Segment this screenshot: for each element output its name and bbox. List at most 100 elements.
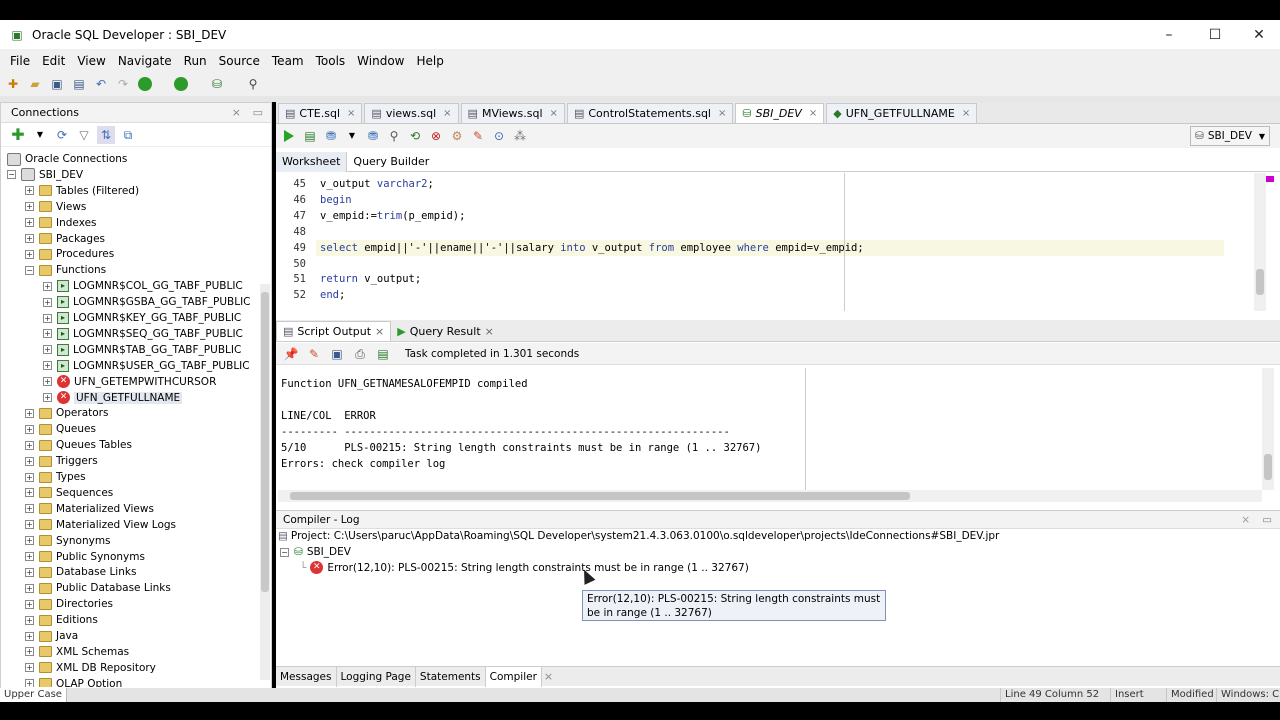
expand-icon[interactable]: + xyxy=(25,647,34,657)
tab-close-icon[interactable]: × xyxy=(550,108,558,119)
tree-item[interactable]: + ✕ UFN_GETFULLNAME xyxy=(43,390,183,406)
expand-icon[interactable]: + xyxy=(25,504,34,514)
format-icon[interactable]: ⁂ xyxy=(511,127,529,145)
tree-item[interactable]: + ▸ LOGMNR$KEY_GG_TABF_PUBLIC xyxy=(43,310,241,326)
expand-icon[interactable]: + xyxy=(25,249,34,259)
scrollbar-thumb[interactable] xyxy=(261,292,269,592)
tree-item[interactable]: + Sequences xyxy=(25,485,113,501)
tab-sbi-dev[interactable]: ⛁ SBI_DEV × xyxy=(735,103,825,123)
run-statement-icon[interactable] xyxy=(280,127,298,145)
print-icon[interactable]: ⎙ xyxy=(351,345,369,363)
scrollbar-thumb[interactable] xyxy=(1256,269,1264,295)
menu-help[interactable]: Help xyxy=(411,54,450,68)
scrollbar-thumb[interactable] xyxy=(290,492,910,500)
expand-icon[interactable]: + xyxy=(25,202,34,212)
expand-icon[interactable]: + xyxy=(43,281,52,291)
expand-icon[interactable]: + xyxy=(43,297,52,307)
tree-item[interactable]: − SBI_DEV xyxy=(7,167,83,183)
tree-item[interactable]: + Types xyxy=(25,469,86,485)
tree-item[interactable]: + Triggers xyxy=(25,453,98,469)
tree-item[interactable]: + Tables (Filtered) xyxy=(25,183,139,199)
save-output-icon[interactable]: ▣ xyxy=(328,345,346,363)
tab-close-icon[interactable]: × xyxy=(443,108,451,119)
close-icon[interactable]: × xyxy=(1241,514,1250,526)
collapse-icon[interactable]: − xyxy=(25,265,34,275)
tab-close-icon[interactable]: × xyxy=(375,325,384,338)
expand-icon[interactable]: + xyxy=(25,631,34,641)
minimize-panel-icon[interactable]: ▭ xyxy=(253,106,263,119)
tab-query-builder[interactable]: Query Builder xyxy=(347,152,435,172)
menu-edit[interactable]: Edit xyxy=(36,54,71,68)
menu-window[interactable]: Window xyxy=(351,54,410,68)
project-row[interactable]: ▤ Project: C:\Users\paruc\AppData\Roamin… xyxy=(278,530,999,542)
tree-item[interactable]: + Packages xyxy=(25,231,105,247)
schema-browser-icon[interactable]: ⇅ xyxy=(97,125,115,144)
tree-item[interactable]: + Materialized View Logs xyxy=(25,517,176,533)
tab-cte-sql[interactable]: ▤ CTE.sql × xyxy=(278,103,363,123)
tree-item[interactable]: + XML DB Repository xyxy=(25,660,156,676)
tree-item[interactable]: + ▸ LOGMNR$GSBA_GG_TABF_PUBLIC xyxy=(43,294,251,310)
tree-item[interactable]: − Functions xyxy=(25,262,106,278)
save-all-icon[interactable]: ▤ xyxy=(70,75,88,93)
expand-icon[interactable]: + xyxy=(25,234,34,243)
minimize-panel-icon[interactable]: ▭ xyxy=(1262,514,1272,526)
tree-item[interactable]: + Indexes xyxy=(25,215,97,231)
tab-logging-page[interactable]: Logging Page xyxy=(337,666,416,687)
tree-item[interactable]: + Editions xyxy=(25,612,98,628)
scrollbar-thumb[interactable] xyxy=(1264,454,1272,480)
menu-view[interactable]: View xyxy=(71,54,111,68)
expand-icon[interactable]: + xyxy=(25,615,34,625)
expand-icon[interactable]: + xyxy=(25,679,34,687)
clear-output-icon[interactable]: ✎ xyxy=(305,345,323,363)
commit-icon[interactable]: ⛃ xyxy=(322,127,340,145)
minimize-button[interactable]: – xyxy=(1148,20,1190,49)
maximize-button[interactable]: ☐ xyxy=(1194,20,1236,49)
autotrace-icon[interactable]: ⟲ xyxy=(406,127,424,145)
tree-item[interactable]: + Synonyms xyxy=(25,533,111,549)
expand-icon[interactable]: + xyxy=(25,440,34,450)
editor-scrollbar[interactable] xyxy=(1254,173,1266,311)
tab-close-icon[interactable]: × xyxy=(962,108,970,119)
expand-icon[interactable]: + xyxy=(43,377,52,387)
tab-statements[interactable]: Statements xyxy=(416,666,486,687)
expand-icon[interactable]: + xyxy=(25,536,34,546)
cancel-icon[interactable]: ⊗ xyxy=(427,127,445,145)
menu-team[interactable]: Team xyxy=(266,54,310,68)
tree-item[interactable]: + Public Synonyms xyxy=(25,549,145,565)
script-output[interactable]: Function UFN_GETNAMESALOFEMPID compiled L… xyxy=(278,368,1266,490)
expand-icon[interactable]: + xyxy=(43,329,52,339)
clear-icon[interactable]: ✎ xyxy=(469,127,487,145)
redo-icon[interactable]: ↷ xyxy=(114,75,132,93)
expand-icon[interactable]: + xyxy=(25,567,34,577)
tree-item[interactable]: + Operators xyxy=(25,405,108,421)
buffer-icon[interactable]: ▤ xyxy=(374,345,392,363)
rollback-icon[interactable]: ⛃ xyxy=(364,127,382,145)
collapse-icon[interactable]: − xyxy=(7,170,16,180)
expand-icon[interactable]: + xyxy=(25,218,34,228)
forward-icon[interactable] xyxy=(172,75,190,93)
tree-item[interactable]: + Procedures xyxy=(25,246,114,262)
tab-views-sql[interactable]: ▤ views.sql × xyxy=(364,103,459,123)
sql-worksheet-icon[interactable]: ⛁ xyxy=(208,75,226,93)
expand-icon[interactable]: + xyxy=(25,520,34,530)
sql-tuning-icon[interactable]: ⚙ xyxy=(448,127,466,145)
tab-controlstatements-sql[interactable]: ▤ ControlStatements.sql × xyxy=(566,103,734,123)
tree-item[interactable]: + Public Database Links xyxy=(25,580,171,596)
tree-item[interactable]: + ✕ UFN_GETEMPWITHCURSOR xyxy=(43,374,216,390)
add-connection-icon[interactable]: ✚ xyxy=(9,126,27,144)
expand-icon[interactable]: + xyxy=(43,345,52,355)
tab-query-result[interactable]: ▶ Query Result × xyxy=(391,321,500,341)
tab-close-icon[interactable]: × xyxy=(485,325,494,338)
tree-item[interactable]: + Directories xyxy=(25,596,113,612)
expand-icon[interactable]: + xyxy=(25,488,34,498)
undo-icon[interactable]: ↶ xyxy=(92,75,110,93)
run-script-icon[interactable]: ▤ xyxy=(301,127,319,145)
back-icon[interactable] xyxy=(136,75,154,93)
tree-item[interactable]: + ▸ LOGMNR$TAB_GG_TABF_PUBLIC xyxy=(43,342,241,358)
expand-icon[interactable]: + xyxy=(25,552,34,561)
expand-icon[interactable]: + xyxy=(43,313,52,323)
tab-close-icon[interactable]: × xyxy=(809,108,817,119)
expand-icon[interactable]: + xyxy=(25,472,34,482)
filter-icon[interactable]: ▽ xyxy=(75,126,93,144)
tree-item[interactable]: + Queues Tables xyxy=(25,437,132,453)
